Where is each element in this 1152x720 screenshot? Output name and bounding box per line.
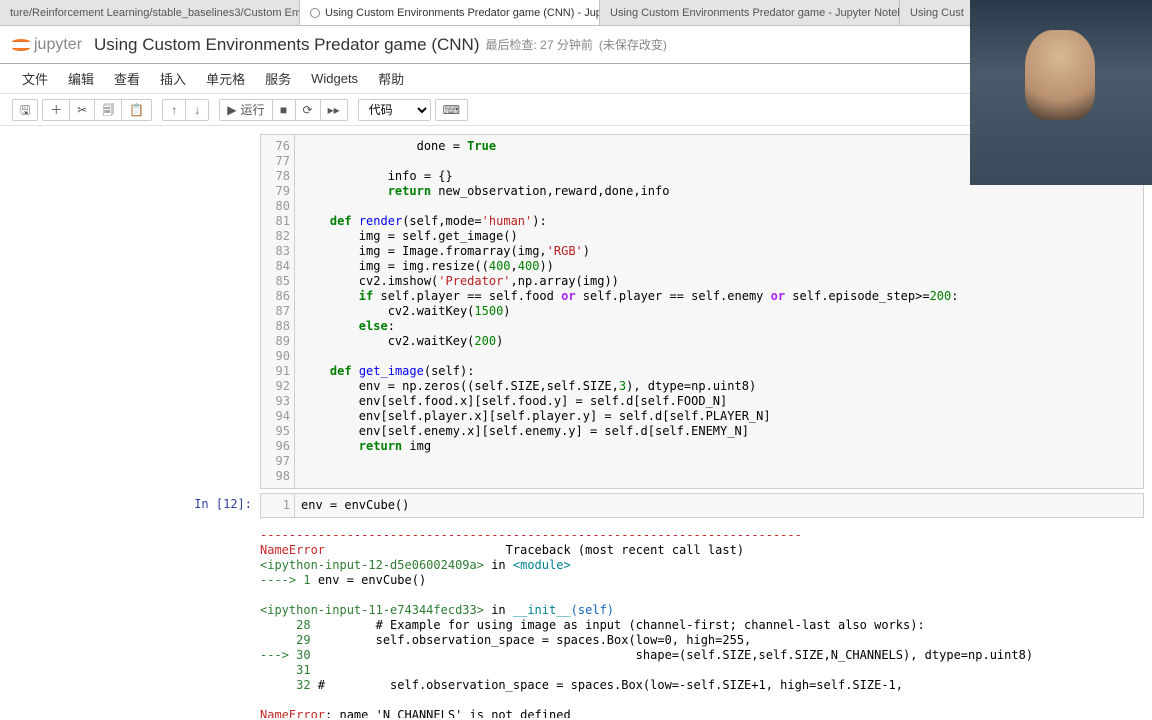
error-traceback: ----------------------------------------… bbox=[260, 522, 1144, 718]
move-down-button[interactable]: ↓ bbox=[185, 99, 209, 121]
code-cell[interactable]: In [12]: 1 env = envCube() bbox=[170, 493, 1144, 518]
menu-insert[interactable]: 插入 bbox=[150, 65, 196, 92]
menu-file[interactable]: 文件 bbox=[12, 65, 58, 92]
code-editor[interactable]: done = True info = {} return new_observa… bbox=[294, 134, 1144, 489]
save-button[interactable]: 🖫 bbox=[12, 99, 38, 121]
last-checkpoint: 最后检查: 27 分钟前 bbox=[486, 36, 593, 53]
move-up-button[interactable]: ↑ bbox=[162, 99, 186, 121]
browser-tab[interactable]: Using Custom Environments Predator game … bbox=[300, 0, 600, 25]
cut-button[interactable]: ✂ bbox=[69, 99, 95, 121]
play-icon: ▶ bbox=[227, 103, 236, 117]
jupyter-logo-text: jupyter bbox=[34, 36, 82, 54]
tab-label: Using Custom Environments Predator game … bbox=[325, 7, 600, 19]
notebook-container: 76 77 78 79 80 81 82 83 84 85 86 87 88 8… bbox=[0, 126, 1152, 718]
restart-run-all-button[interactable]: ▸▸ bbox=[320, 99, 348, 121]
run-label: 运行 bbox=[241, 103, 265, 117]
line-gutter: 1 bbox=[260, 493, 294, 518]
jupyter-icon bbox=[12, 39, 30, 51]
menu-edit[interactable]: 编辑 bbox=[58, 65, 104, 92]
code-cell[interactable]: 76 77 78 79 80 81 82 83 84 85 86 87 88 8… bbox=[170, 134, 1144, 489]
add-cell-button[interactable]: ＋ bbox=[42, 99, 70, 121]
tab-label: Using Custom Environments Predator game … bbox=[610, 7, 900, 19]
browser-tab[interactable]: ture/Reinforcement Learning/stable_basel… bbox=[0, 0, 300, 25]
menu-kernel[interactable]: 服务 bbox=[255, 65, 301, 92]
input-prompt: In [12]: bbox=[170, 493, 260, 518]
menu-widgets[interactable]: Widgets bbox=[301, 67, 368, 90]
line-gutter: 76 77 78 79 80 81 82 83 84 85 86 87 88 8… bbox=[260, 134, 294, 489]
tab-label: ture/Reinforcement Learning/stable_basel… bbox=[10, 7, 300, 19]
input-prompt bbox=[170, 134, 260, 489]
jupyter-favicon bbox=[310, 8, 320, 18]
stop-button[interactable]: ■ bbox=[272, 99, 296, 121]
menu-cell[interactable]: 单元格 bbox=[196, 65, 255, 92]
notebook-title[interactable]: Using Custom Environments Predator game … bbox=[94, 35, 479, 55]
command-palette-button[interactable]: ⌨ bbox=[435, 99, 468, 121]
menu-help[interactable]: 帮助 bbox=[368, 65, 414, 92]
restart-button[interactable]: ⟳ bbox=[295, 99, 321, 121]
jupyter-logo[interactable]: jupyter bbox=[12, 36, 82, 54]
run-button[interactable]: ▶ 运行 bbox=[219, 99, 272, 121]
output-prompt bbox=[170, 522, 260, 718]
cell-type-select[interactable]: 代码 bbox=[358, 99, 431, 121]
code-editor[interactable]: env = envCube() bbox=[294, 493, 1144, 518]
tab-label: Using Cust bbox=[910, 7, 964, 19]
paste-button[interactable]: 📋 bbox=[121, 99, 152, 121]
browser-tab[interactable]: Using Custom Environments Predator game … bbox=[600, 0, 900, 25]
copy-button[interactable]: 🗐 bbox=[94, 99, 122, 121]
output-cell: ----------------------------------------… bbox=[170, 522, 1144, 718]
webcam-overlay bbox=[970, 0, 1152, 185]
menu-view[interactable]: 查看 bbox=[104, 65, 150, 92]
unsaved-changes: (未保存改变) bbox=[599, 36, 667, 53]
